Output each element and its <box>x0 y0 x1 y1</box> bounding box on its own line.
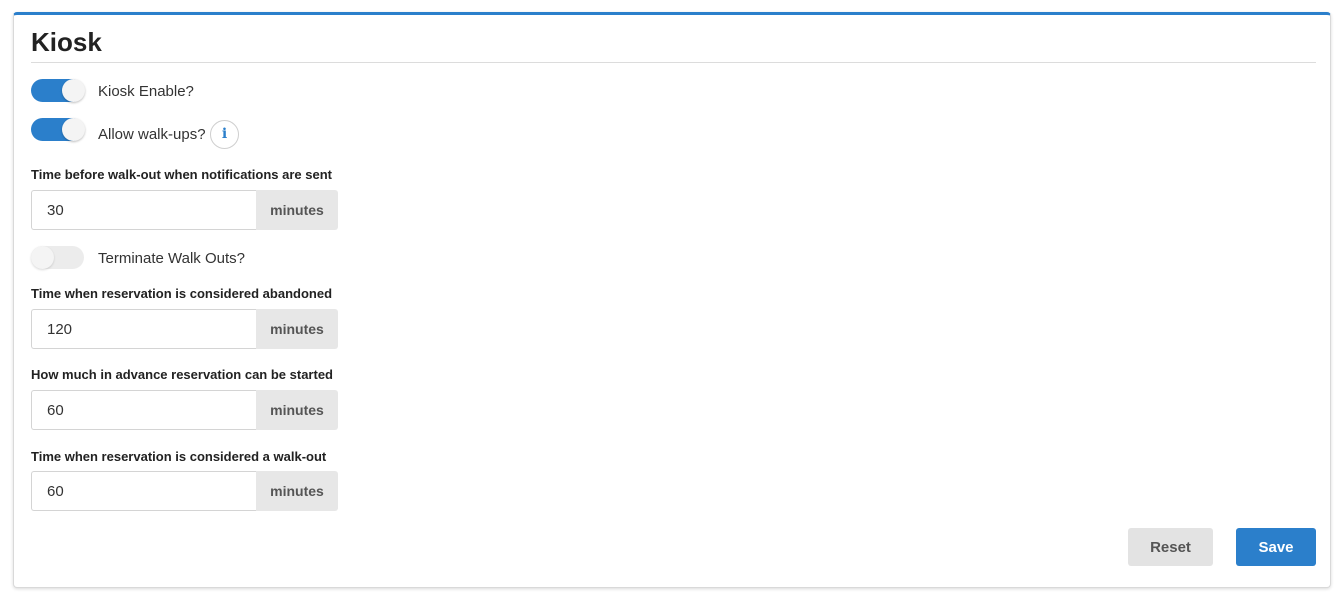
advance-start-input[interactable] <box>31 390 256 430</box>
notification-time-label: Time before walk-out when notifications … <box>31 167 332 182</box>
walkout-time-input[interactable] <box>31 471 256 511</box>
toggle-knob <box>31 246 54 269</box>
abandoned-time-group: minutes <box>31 309 338 349</box>
advance-start-label: How much in advance reservation can be s… <box>31 367 333 382</box>
kiosk-settings-panel: Kiosk Kiosk Enable? Allow walk-ups? i Ti… <box>13 12 1331 588</box>
unit-addon: minutes <box>256 471 338 511</box>
abandoned-time-input[interactable] <box>31 309 256 349</box>
allow-walkups-label: Allow walk-ups? <box>98 126 206 143</box>
abandoned-time-label: Time when reservation is considered aban… <box>31 286 333 301</box>
unit-addon: minutes <box>256 309 338 349</box>
terminate-walkouts-toggle[interactable] <box>31 246 84 269</box>
toggle-knob <box>62 79 85 102</box>
kiosk-enable-toggle[interactable] <box>31 79 85 102</box>
title-divider <box>31 62 1316 63</box>
walkout-time-group: minutes <box>31 471 338 511</box>
toggle-knob <box>62 118 85 141</box>
terminate-walkouts-label: Terminate Walk Outs? <box>98 250 245 267</box>
unit-addon: minutes <box>256 390 338 430</box>
unit-addon: minutes <box>256 190 338 230</box>
advance-start-group: minutes <box>31 390 338 430</box>
info-icon[interactable]: i <box>210 120 239 149</box>
page-title: Kiosk <box>31 27 102 57</box>
allow-walkups-toggle[interactable] <box>31 118 85 141</box>
notification-time-group: minutes <box>31 190 338 230</box>
kiosk-enable-label: Kiosk Enable? <box>98 83 194 100</box>
notification-time-input[interactable] <box>31 190 256 230</box>
walkout-time-label: Time when reservation is considered a wa… <box>31 449 327 464</box>
reset-button[interactable]: Reset <box>1128 528 1213 566</box>
save-button[interactable]: Save <box>1236 528 1316 566</box>
